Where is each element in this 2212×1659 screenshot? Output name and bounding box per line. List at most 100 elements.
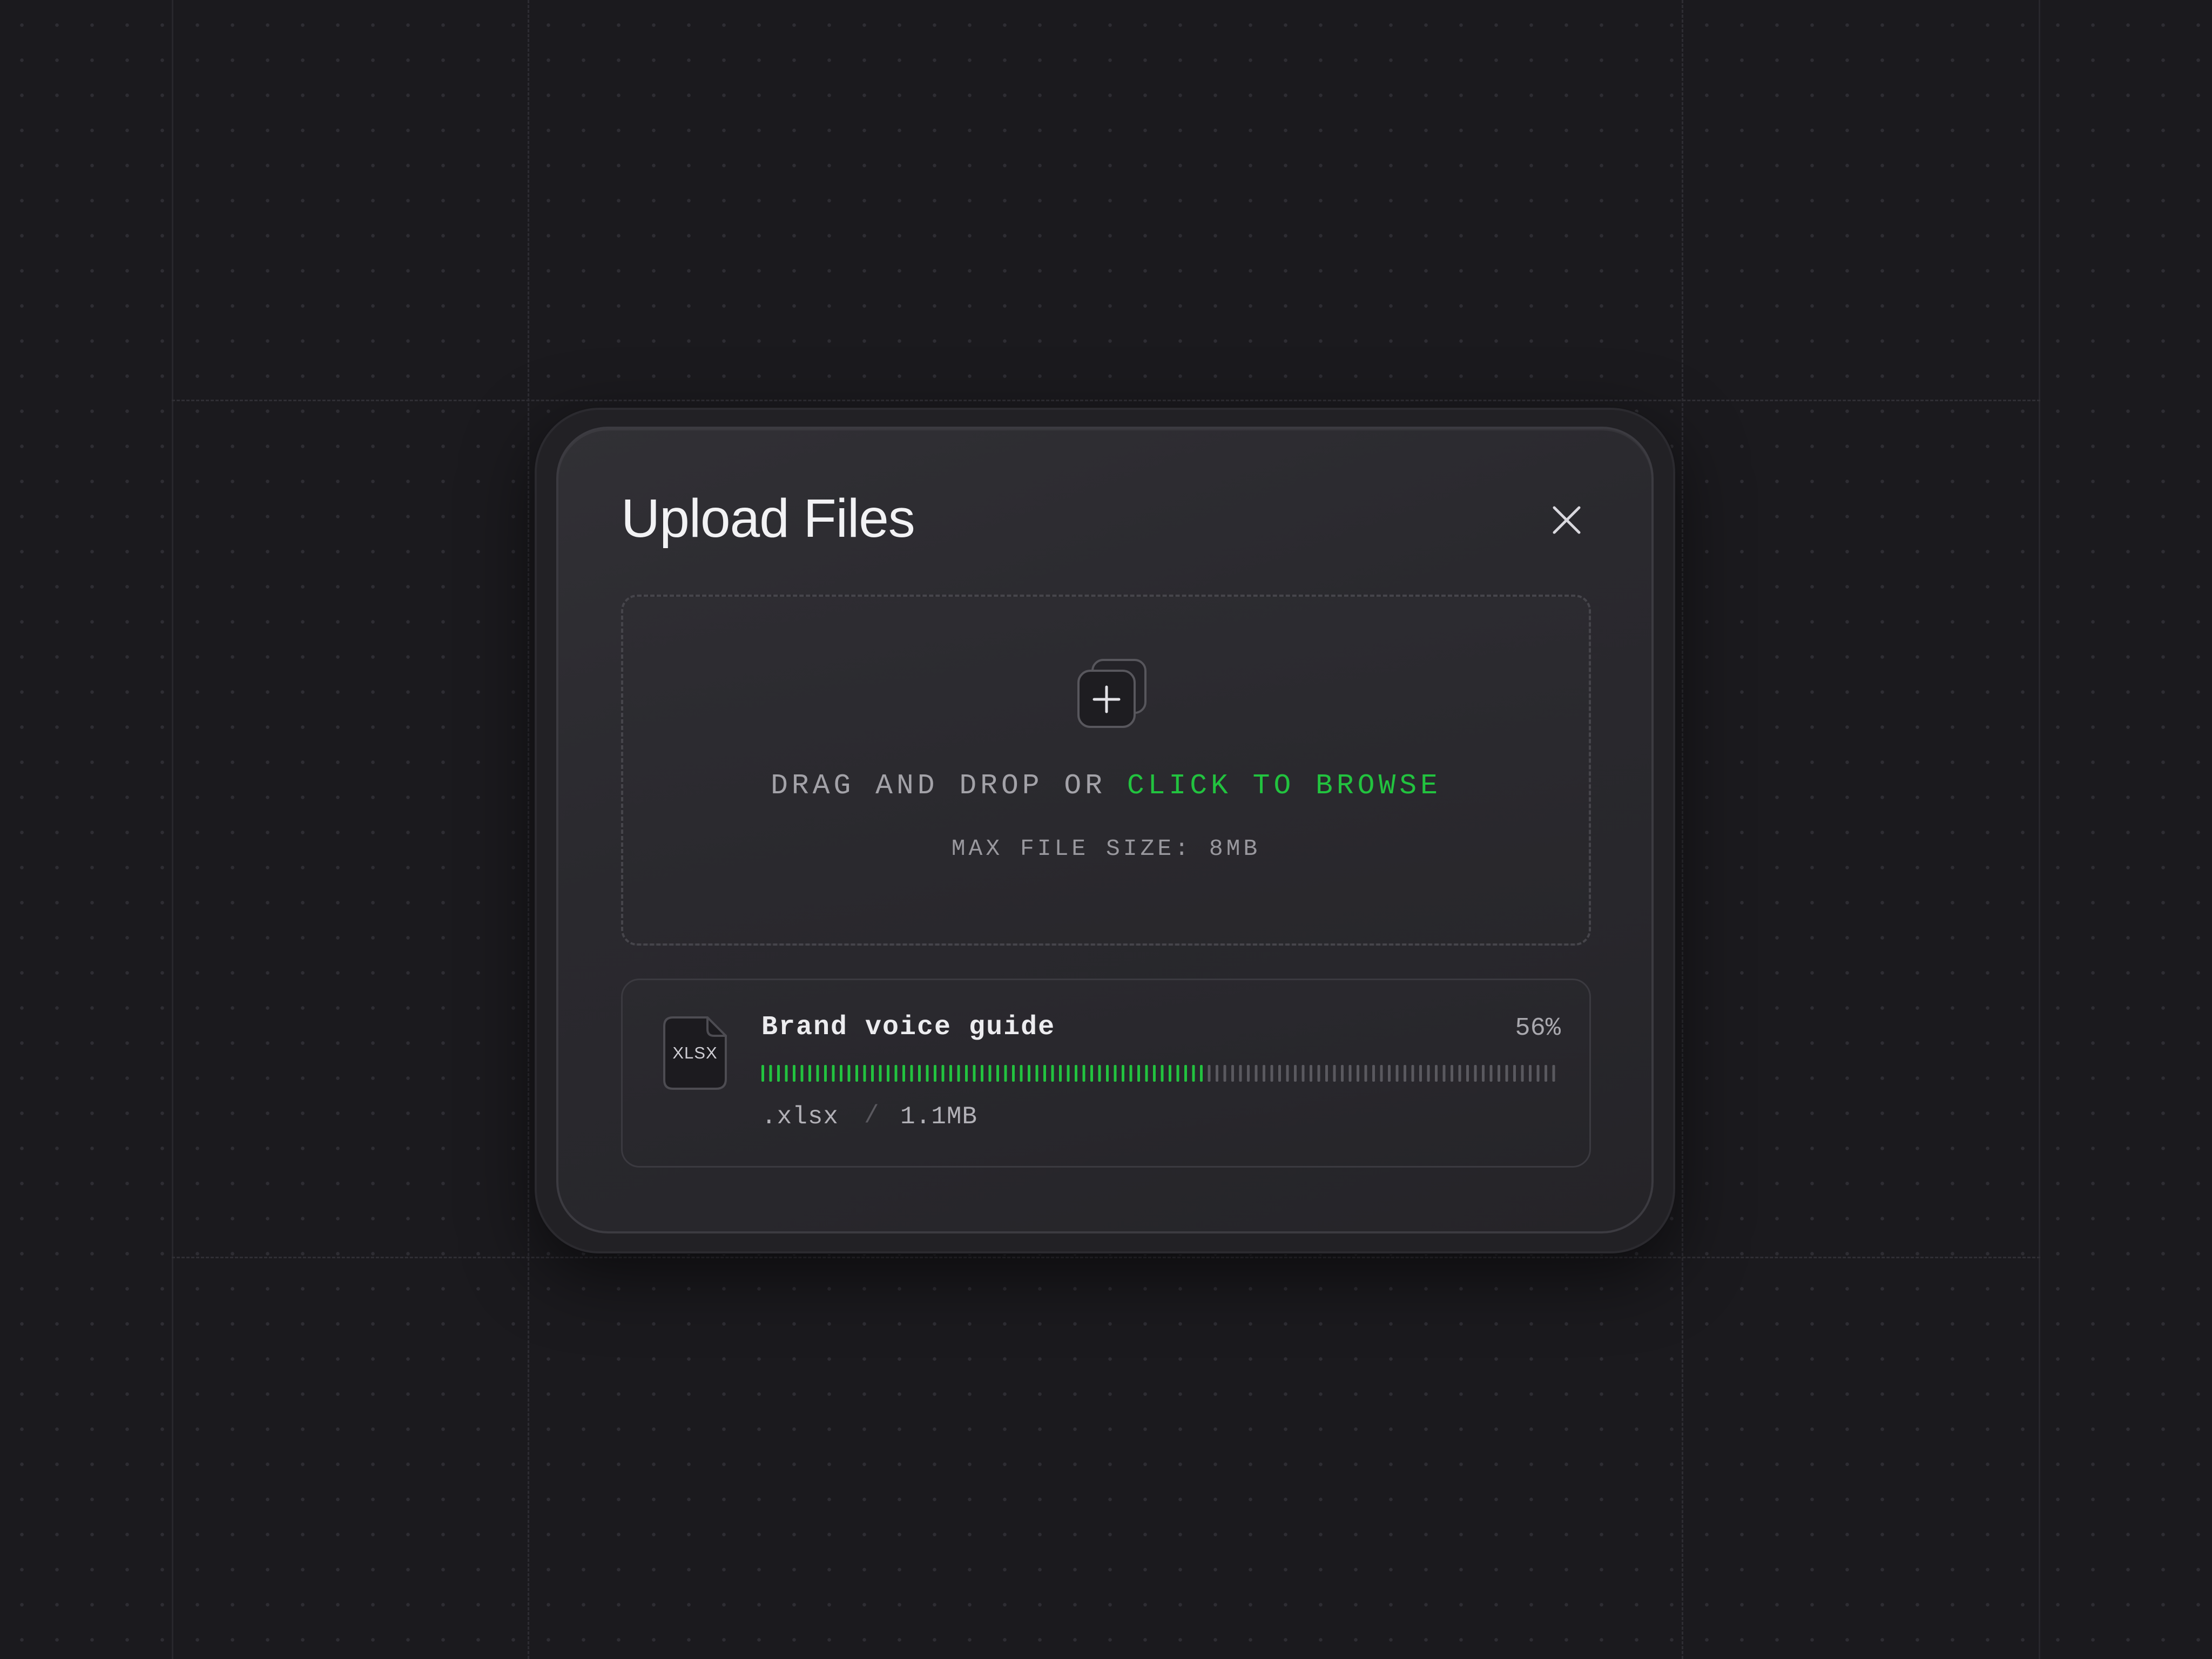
file-type-badge: XLSX: [672, 1043, 718, 1062]
progress-tick-filled: [1020, 1065, 1023, 1082]
progress-tick-filled: [1200, 1065, 1203, 1082]
progress-tick-filled: [761, 1065, 764, 1082]
progress-tick-filled: [910, 1065, 913, 1082]
progress-tick-filled: [941, 1065, 945, 1082]
progress-tick-filled: [902, 1065, 905, 1082]
progress-tick-filled: [1169, 1065, 1171, 1082]
grid-line: [172, 400, 2040, 401]
progress-tick-empty: [1513, 1065, 1516, 1082]
progress-tick-filled: [800, 1065, 804, 1082]
progress-tick-empty: [1411, 1065, 1414, 1082]
progress-tick-empty: [1348, 1065, 1352, 1082]
grid-line: [172, 1257, 2040, 1258]
progress-tick-filled: [957, 1065, 960, 1082]
progress-tick-filled: [777, 1065, 780, 1082]
progress-tick-empty: [1364, 1065, 1367, 1082]
progress-tick-filled: [894, 1065, 898, 1082]
progress-tick-empty: [1380, 1065, 1383, 1082]
progress-tick-empty: [1474, 1065, 1477, 1082]
progress-tick-filled: [1075, 1065, 1077, 1082]
upload-progress-bar: [761, 1065, 1555, 1082]
progress-tick-filled: [918, 1065, 921, 1082]
progress-tick-empty: [1278, 1065, 1281, 1082]
progress-tick-empty: [1208, 1065, 1211, 1082]
progress-tick-filled: [1161, 1065, 1164, 1082]
progress-tick-filled: [879, 1065, 882, 1082]
progress-tick-empty: [1545, 1065, 1547, 1082]
progress-tick-filled: [1090, 1065, 1093, 1082]
browse-link[interactable]: CLICK TO BROWSE: [1127, 770, 1441, 802]
max-file-size-label: MAX FILE SIZE: 8MB: [951, 835, 1261, 862]
progress-tick-filled: [1028, 1065, 1030, 1082]
progress-tick-empty: [1223, 1065, 1226, 1082]
progress-tick-filled: [840, 1065, 842, 1082]
progress-tick-empty: [1255, 1065, 1258, 1082]
progress-tick-filled: [1122, 1065, 1124, 1082]
grid-line: [2039, 0, 2040, 1659]
progress-tick-filled: [1153, 1065, 1156, 1082]
progress-tick-filled: [1051, 1065, 1054, 1082]
upload-percent: 56%: [1515, 1014, 1561, 1043]
progress-tick-empty: [1247, 1065, 1250, 1082]
progress-tick-filled: [1004, 1065, 1007, 1082]
dropzone-prompt-text: DRAG AND DROP OR: [771, 770, 1127, 802]
progress-tick-empty: [1239, 1065, 1242, 1082]
meta-separator: /: [864, 1102, 879, 1130]
progress-tick-filled: [1012, 1065, 1015, 1082]
grid-line: [1682, 0, 1683, 1659]
progress-tick-filled: [855, 1065, 858, 1082]
progress-tick-empty: [1333, 1065, 1336, 1082]
dropzone-prompt: DRAG AND DROP OR CLICK TO BROWSE: [621, 770, 1591, 802]
progress-tick-empty: [1427, 1065, 1430, 1082]
progress-tick-empty: [1482, 1065, 1485, 1082]
progress-tick-filled: [1106, 1065, 1109, 1082]
progress-tick-empty: [1552, 1065, 1555, 1082]
progress-tick-empty: [1270, 1065, 1273, 1082]
progress-tick-filled: [1184, 1065, 1187, 1082]
progress-tick-empty: [1294, 1065, 1297, 1082]
progress-tick-filled: [1176, 1065, 1179, 1082]
progress-tick-empty: [1536, 1065, 1540, 1082]
progress-tick-filled: [769, 1065, 772, 1082]
progress-tick-empty: [1216, 1065, 1218, 1082]
progress-tick-filled: [1114, 1065, 1117, 1082]
progress-tick-empty: [1489, 1065, 1493, 1082]
progress-tick-filled: [926, 1065, 929, 1082]
progress-tick-filled: [1059, 1065, 1062, 1082]
progress-tick-filled: [965, 1065, 968, 1082]
progress-tick-filled: [785, 1065, 788, 1082]
progress-tick-empty: [1529, 1065, 1532, 1082]
progress-tick-filled: [808, 1065, 811, 1082]
progress-tick-empty: [1498, 1065, 1500, 1082]
progress-tick-filled: [1192, 1065, 1195, 1082]
progress-tick-filled: [816, 1065, 819, 1082]
progress-tick-empty: [1435, 1065, 1438, 1082]
progress-tick-empty: [1404, 1065, 1406, 1082]
progress-tick-filled: [871, 1065, 874, 1082]
progress-tick-empty: [1263, 1065, 1265, 1082]
progress-tick-filled: [863, 1065, 866, 1082]
progress-tick-filled: [973, 1065, 976, 1082]
progress-tick-empty: [1341, 1065, 1344, 1082]
progress-tick-empty: [1419, 1065, 1422, 1082]
progress-tick-empty: [1458, 1065, 1461, 1082]
close-icon: [1553, 506, 1581, 534]
progress-tick-filled: [847, 1065, 851, 1082]
progress-tick-empty: [1466, 1065, 1469, 1082]
progress-tick-filled: [824, 1065, 827, 1082]
progress-tick-empty: [1372, 1065, 1375, 1082]
progress-tick-empty: [1301, 1065, 1305, 1082]
progress-tick-empty: [1310, 1065, 1312, 1082]
progress-tick-filled: [832, 1065, 835, 1082]
dialog-title: Upload Files: [621, 488, 915, 549]
progress-tick-filled: [1043, 1065, 1046, 1082]
file-extension: .xlsx: [761, 1103, 839, 1131]
progress-tick-empty: [1388, 1065, 1391, 1082]
backdrop: Upload Files DRAG AND DROP OR CLICK TO B…: [0, 0, 2212, 1659]
progress-tick-filled: [988, 1065, 992, 1082]
progress-tick-filled: [1082, 1065, 1085, 1082]
progress-tick-empty: [1357, 1065, 1359, 1082]
progress-tick-empty: [1317, 1065, 1320, 1082]
progress-tick-filled: [1035, 1065, 1038, 1082]
close-button[interactable]: [1548, 501, 1586, 539]
